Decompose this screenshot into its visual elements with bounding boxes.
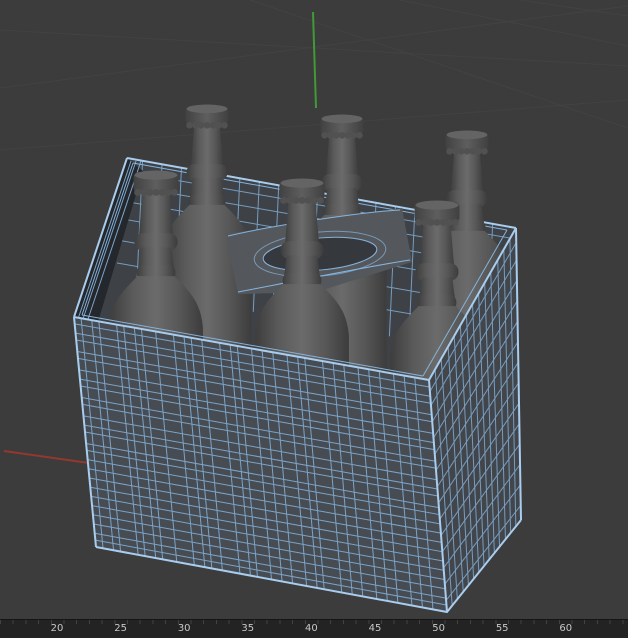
scene-canvas: [0, 0, 628, 620]
app-window: 20 25 30 35 40 45 50 55 60: [0, 0, 628, 638]
3d-viewport[interactable]: [0, 0, 628, 620]
ruler-label: 40: [305, 623, 318, 634]
timeline-ruler[interactable]: 20 25 30 35 40 45 50 55 60: [0, 619, 628, 638]
ruler-label: 50: [432, 623, 445, 634]
ruler-label: 20: [50, 623, 64, 634]
ruler-label: 35: [241, 623, 255, 634]
six-pack-carrier-model[interactable]: [73, 104, 522, 614]
ruler-label: 60: [559, 623, 573, 634]
ruler-label: 30: [177, 623, 191, 634]
ruler-label: 45: [368, 623, 382, 634]
ruler-label: 55: [495, 623, 509, 634]
ruler-label: 25: [114, 623, 127, 634]
